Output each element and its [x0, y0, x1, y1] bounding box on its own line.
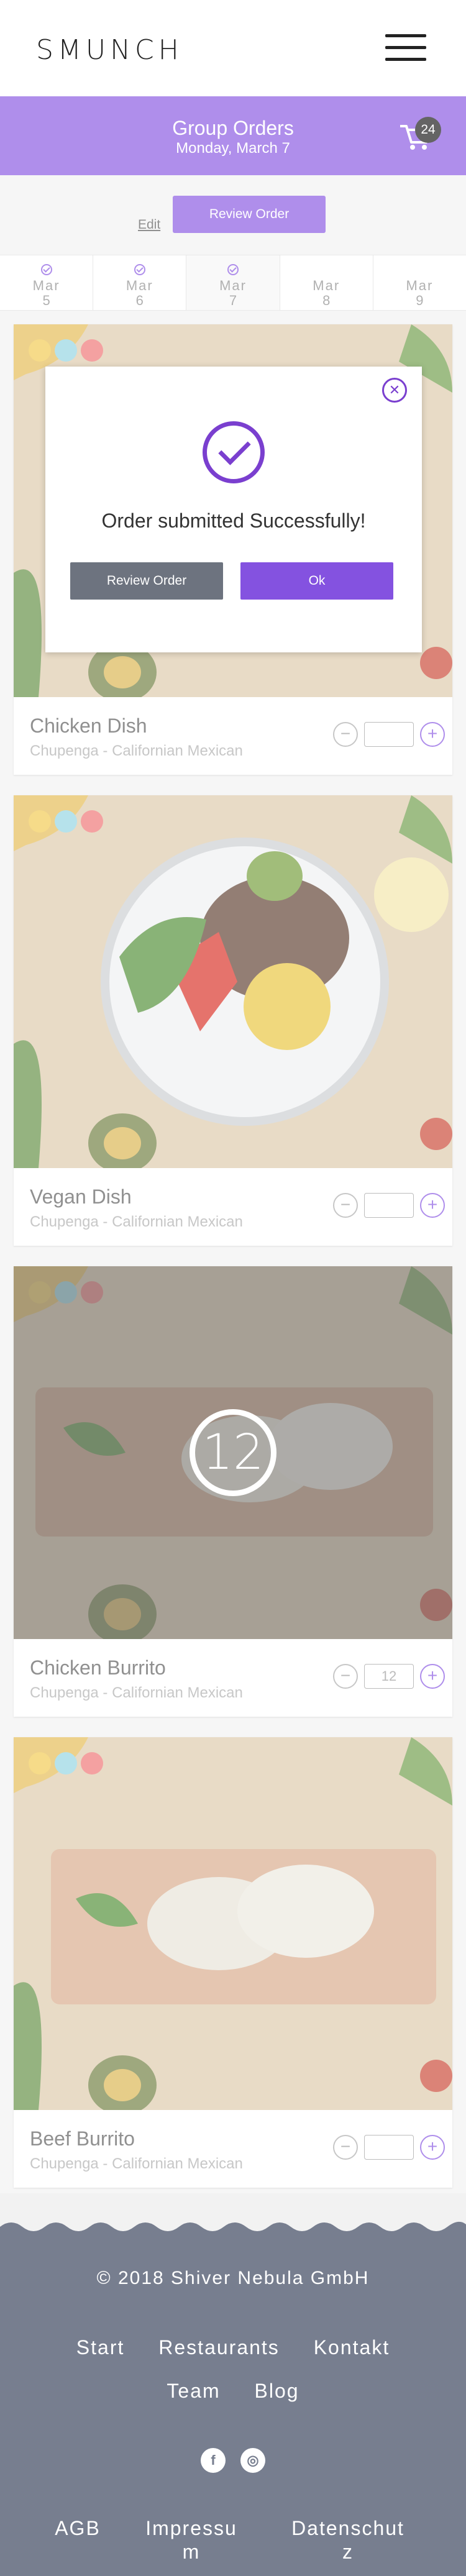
hamburger-menu-icon[interactable]: [385, 34, 429, 62]
facebook-icon[interactable]: f: [201, 2448, 226, 2473]
close-icon[interactable]: ✕: [382, 378, 407, 403]
footer-link-datenschutz[interactable]: Datenschut z: [286, 2516, 410, 2564]
footer-link-team[interactable]: Team: [167, 2380, 220, 2402]
logo[interactable]: SMUNCH: [36, 34, 183, 66]
footer: © 2018 Shiver Nebula GmbH Start Restaura…: [0, 2237, 466, 2576]
order-success-modal: ✕ Order submitted Successfully! Review O…: [45, 367, 422, 652]
modal-ok-button[interactable]: Ok: [240, 562, 393, 600]
header: SMUNCH: [0, 0, 466, 96]
footer-links-row-2: Team Blog: [0, 2380, 466, 2403]
footer-links-row-1: Start Restaurants Kontakt: [0, 2336, 466, 2359]
footer-link-start[interactable]: Start: [76, 2336, 125, 2359]
footer-link-agb[interactable]: AGB: [43, 2516, 112, 2540]
footer-link-kontakt[interactable]: Kontakt: [314, 2336, 390, 2359]
modal-review-order-button[interactable]: Review Order: [70, 562, 223, 600]
copyright-text: © 2018 Shiver Nebula GmbH: [96, 2268, 370, 2288]
footer-wave: [0, 2221, 466, 2239]
modal-message: Order submitted Successfully!: [101, 509, 366, 532]
check-circle-icon: [203, 421, 265, 483]
footer-link-blog[interactable]: Blog: [255, 2380, 299, 2402]
footer-link-restaurants[interactable]: Restaurants: [158, 2336, 280, 2359]
instagram-icon[interactable]: ◎: [240, 2448, 265, 2473]
footer-link-impressum[interactable]: Impressu m: [142, 2516, 241, 2564]
